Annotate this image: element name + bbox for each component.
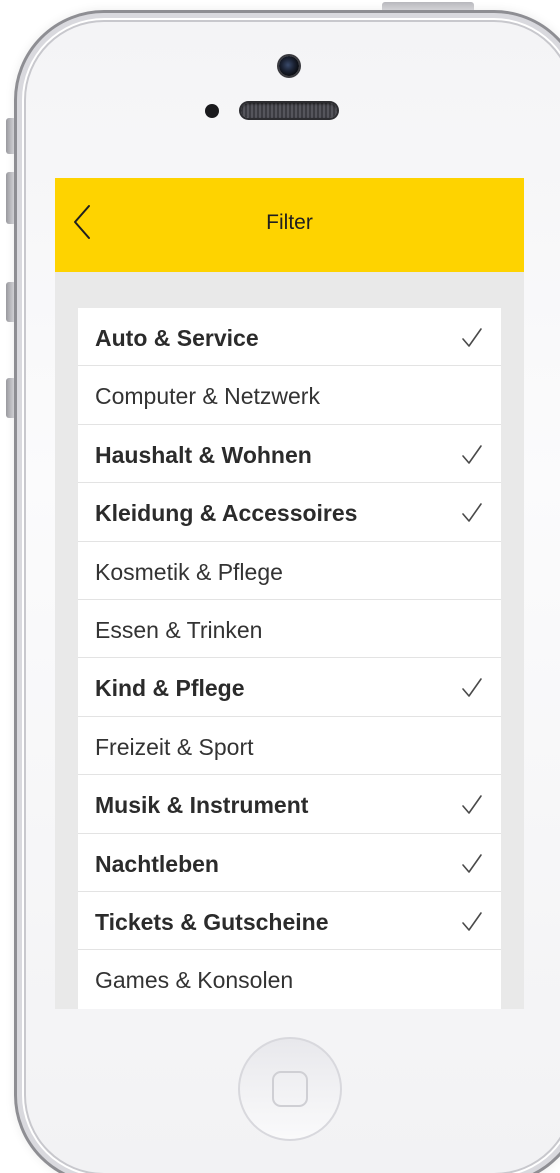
filter-row[interactable]: Kosmetik & Pflege — [78, 542, 501, 600]
checkmark-icon — [462, 444, 482, 464]
volume-down-button — [6, 282, 14, 322]
filter-label: Computer & Netzwerk — [95, 383, 320, 410]
checkmark-icon — [462, 503, 482, 522]
filter-label: Kind & Pflege — [95, 675, 245, 702]
filter-row[interactable]: Kleidung & Accessoires — [78, 483, 501, 542]
checkmark-icon — [462, 795, 482, 814]
page-title: Filter — [266, 211, 313, 234]
filter-row[interactable]: Auto & Service — [78, 308, 501, 367]
mute-switch — [6, 118, 14, 154]
filter-label: Nachtleben — [95, 850, 219, 877]
filter-label: Haushalt & Wohnen — [95, 441, 312, 468]
filter-row[interactable]: Tickets & Gutscheine — [78, 892, 501, 951]
volume-up-button — [6, 172, 14, 224]
filter-list: Auto & Service Computer & Netzwerk Haushal… — [78, 308, 501, 1009]
filter-row[interactable]: Nachtleben — [78, 834, 501, 892]
filter-row[interactable]: Musik & Instrument — [78, 775, 501, 834]
filter-label: Tickets & Gutscheine — [95, 908, 329, 935]
front-camera — [279, 56, 299, 76]
filter-row[interactable]: Computer & Netzwerk — [78, 366, 501, 425]
filter-label: Auto & Service — [95, 325, 259, 351]
navigation-bar: Filter — [55, 178, 524, 272]
filter-row[interactable]: Haushalt & Wohnen — [78, 425, 501, 484]
device-mockup: Filter Auto & Service Computer & Netzwerk… — [0, 0, 560, 1173]
filter-row[interactable]: Freizeit & Sport — [78, 717, 501, 776]
filter-row[interactable]: Essen & Trinken — [78, 600, 501, 659]
app-screen: Filter Auto & Service Computer & Netzwerk… — [55, 178, 524, 1009]
filter-row[interactable]: Games & Konsolen — [78, 950, 501, 1008]
filter-label: Games & Konsolen — [95, 967, 294, 994]
checkmark-icon — [462, 678, 482, 698]
checkmark-icon — [462, 328, 482, 347]
proximity-sensor — [205, 104, 219, 118]
filter-label: Freizeit & Sport — [95, 733, 254, 760]
checkmark-icon — [462, 912, 482, 931]
filter-label: Essen & Trinken — [95, 616, 263, 643]
earpiece-speaker — [241, 103, 337, 118]
filter-label: Musik & Instrument — [95, 792, 309, 819]
checkmark-icon — [462, 853, 482, 873]
home-button[interactable] — [238, 1037, 342, 1141]
filter-label: Kleidung & Accessoires — [95, 500, 358, 527]
home-square-icon — [272, 1071, 308, 1107]
filter-row[interactable]: Kind & Pflege — [78, 658, 501, 717]
side-button — [6, 378, 14, 418]
filter-label: Kosmetik & Pflege — [95, 558, 283, 585]
